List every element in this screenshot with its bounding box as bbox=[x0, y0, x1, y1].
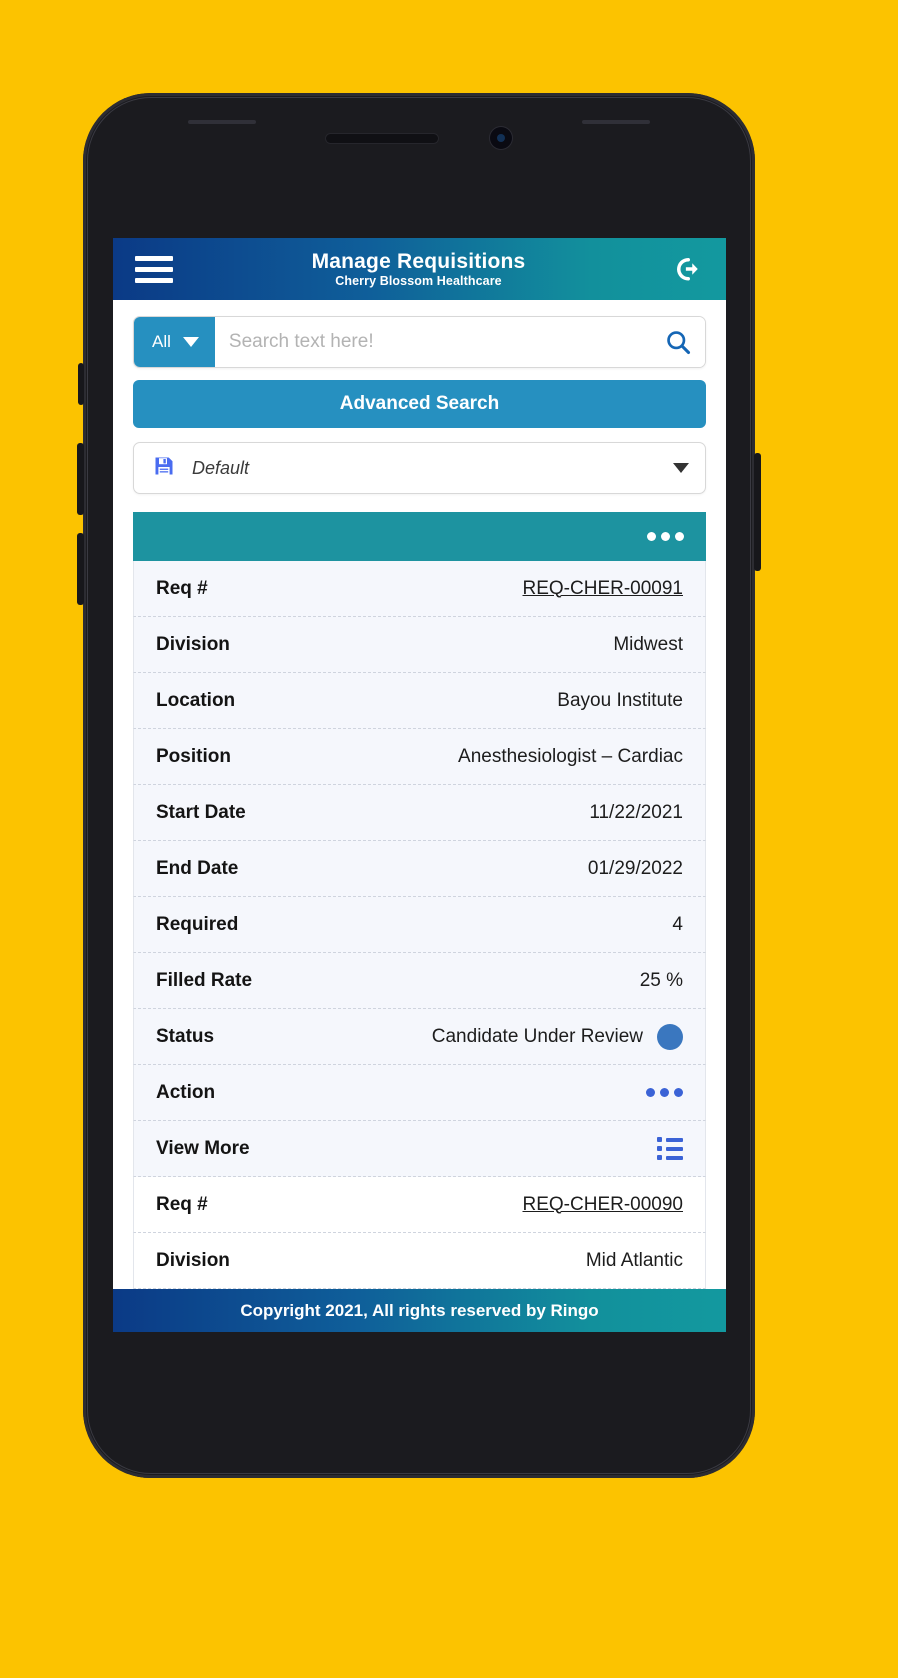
bezel-accent-line-left bbox=[188, 120, 256, 124]
row-action-ellipsis-icon[interactable] bbox=[646, 1088, 683, 1097]
row-label: Division bbox=[156, 1249, 230, 1271]
row-label: Start Date bbox=[156, 801, 246, 823]
results-panel: Req # REQ-CHER-00091 Division Midwest Locati… bbox=[133, 512, 706, 1289]
status-cell: Candidate Under Review bbox=[431, 1023, 683, 1050]
row-value: 11/22/2021 bbox=[589, 801, 683, 823]
requisition-card-list: Req # REQ-CHER-00091 Division Midwest Locati… bbox=[133, 561, 706, 1289]
search-input[interactable] bbox=[214, 317, 651, 367]
chevron-down-icon bbox=[673, 463, 689, 473]
row-label: Position bbox=[156, 745, 231, 767]
table-row: Division Mid Atlantic bbox=[133, 1233, 706, 1289]
table-row: Division Midwest bbox=[133, 617, 706, 673]
hamburger-menu-icon[interactable] bbox=[135, 255, 173, 283]
row-value: Anesthesiologist – Cardiac bbox=[458, 745, 683, 767]
table-row: Position Anesthesiologist – Cardiac bbox=[133, 729, 706, 785]
row-value: 25 % bbox=[639, 969, 683, 991]
requisition-card: Req # REQ-CHER-00091 Division Midwest Locati… bbox=[133, 561, 706, 1177]
row-label: Req # bbox=[156, 577, 208, 599]
row-label: View More bbox=[156, 1137, 250, 1159]
requisition-number-link[interactable]: REQ-CHER-00091 bbox=[523, 578, 684, 600]
requisition-card: Req # REQ-CHER-00090 Division Mid Atlantic bbox=[133, 1177, 706, 1289]
table-row: End Date 01/29/2022 bbox=[133, 841, 706, 897]
row-label: Required bbox=[156, 913, 239, 935]
requisition-number-link[interactable]: REQ-CHER-00090 bbox=[523, 1194, 684, 1216]
search-scope-label: All bbox=[152, 332, 171, 351]
status-badge bbox=[657, 1023, 683, 1050]
status-label: Candidate Under Review bbox=[431, 1025, 643, 1047]
phone-notch bbox=[254, 121, 584, 155]
row-label: Status bbox=[156, 1025, 215, 1047]
row-label: Division bbox=[156, 633, 230, 655]
results-toolbar bbox=[133, 512, 706, 561]
search-bar: All bbox=[133, 316, 706, 368]
table-row: Filled Rate 25 % bbox=[133, 953, 706, 1009]
silent-switch-button[interactable] bbox=[78, 363, 84, 405]
row-label: Action bbox=[156, 1081, 216, 1103]
header-titles: Manage Requisitions Cherry Blossom Healt… bbox=[173, 250, 670, 288]
logout-icon[interactable] bbox=[670, 252, 704, 286]
table-row: Location Bayou Institute bbox=[133, 673, 706, 729]
row-value: 4 bbox=[672, 913, 683, 935]
row-label: Req # bbox=[156, 1193, 208, 1215]
search-icon[interactable] bbox=[651, 317, 705, 367]
phone-screen: Manage Requisitions Cherry Blossom Healt… bbox=[113, 238, 726, 1332]
row-value: Mid Atlantic bbox=[585, 1249, 683, 1271]
footer-copyright: Copyright 2021, All rights reserved by R… bbox=[113, 1289, 726, 1332]
table-row: Req # REQ-CHER-00091 bbox=[133, 561, 706, 617]
row-value: Bayou Institute bbox=[557, 689, 683, 711]
saved-view-label: Default bbox=[192, 457, 250, 478]
bezel-accent-line-right bbox=[582, 120, 650, 124]
volume-down-button[interactable] bbox=[77, 533, 84, 605]
search-scope-dropdown[interactable]: All bbox=[134, 317, 215, 367]
row-label: Location bbox=[156, 689, 236, 711]
power-button[interactable] bbox=[754, 453, 761, 571]
company-name: Cherry Blossom Healthcare bbox=[335, 273, 502, 288]
save-icon bbox=[152, 454, 176, 483]
advanced-search-button[interactable]: Advanced Search bbox=[133, 380, 706, 428]
app-header: Manage Requisitions Cherry Blossom Healt… bbox=[113, 238, 726, 300]
saved-view-dropdown[interactable]: Default bbox=[133, 442, 706, 494]
page-title: Manage Requisitions bbox=[311, 250, 526, 274]
volume-up-button[interactable] bbox=[77, 443, 84, 515]
row-label: End Date bbox=[156, 857, 239, 879]
table-row: Status Candidate Under Review bbox=[133, 1009, 706, 1065]
phone-frame: Manage Requisitions Cherry Blossom Healt… bbox=[77, 93, 761, 1478]
table-row: Start Date 11/22/2021 bbox=[133, 785, 706, 841]
row-value: 01/29/2022 bbox=[587, 857, 683, 879]
earpiece-speaker-icon bbox=[326, 133, 438, 143]
chevron-down-icon bbox=[182, 337, 199, 347]
row-value: Midwest bbox=[613, 633, 683, 655]
ellipsis-icon[interactable] bbox=[647, 532, 684, 541]
table-row: Required 4 bbox=[133, 897, 706, 953]
view-more-list-icon[interactable] bbox=[657, 1137, 683, 1160]
table-row: View More bbox=[133, 1121, 706, 1177]
front-camera-icon bbox=[490, 127, 512, 149]
table-row: Req # REQ-CHER-00090 bbox=[133, 1177, 706, 1233]
table-row: Action bbox=[133, 1065, 706, 1121]
app-content: All Advanced Search bbox=[113, 300, 726, 1289]
row-label: Filled Rate bbox=[156, 969, 253, 991]
